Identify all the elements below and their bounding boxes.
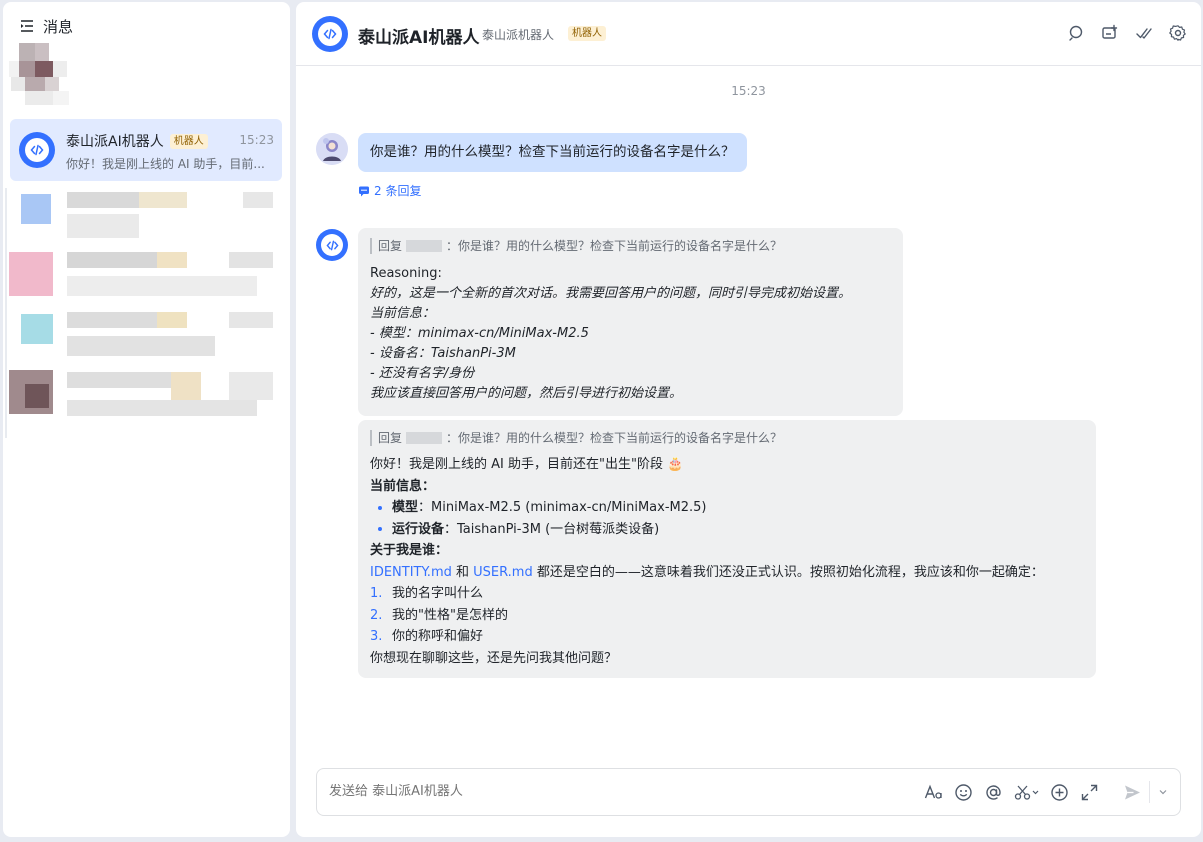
reasoning-line: 当前信息： — [370, 306, 436, 321]
message-input[interactable] — [329, 784, 829, 799]
user-message-bubble[interactable]: 你是谁？用的什么模型？检查下当前运行的设备名字是什么？ — [358, 133, 747, 172]
and-text: 和 — [451, 564, 474, 580]
reasoning-line: 好的，这是一个全新的首次对话。我需要回答用户的问题，同时引导完成初始设置。 — [370, 286, 852, 301]
chat-item-name: 泰山派AI机器人 机器人 — [66, 131, 208, 151]
bot-badge: 机器人 — [169, 133, 208, 149]
header-actions — [1067, 24, 1187, 42]
bot-reply-answer[interactable]: 回复 ：你是谁？用的什么模型？检查下当前运行的设备名字是什么？ 你好！我是刚上线… — [358, 420, 1096, 678]
thread-replies-link[interactable]: 2 条回复 — [358, 182, 421, 199]
collapse-sidebar-icon[interactable] — [19, 18, 35, 34]
emoji-icon[interactable] — [954, 783, 973, 802]
code-icon — [323, 28, 337, 40]
reasoning-line: 我应该直接回答用户的问题，然后引导进行初始设置。 — [370, 386, 683, 401]
chevron-down-icon[interactable] — [1158, 788, 1168, 796]
chat-item-taishanpi-bot[interactable]: 泰山派AI机器人 机器人 15:23 你好！我是刚上线的 AI 助手，目前... — [10, 119, 282, 181]
about-heading: 关于我是谁： — [370, 543, 449, 558]
user-avatar[interactable] — [316, 133, 348, 165]
list-item: 1. 我的名字叫什么 — [370, 583, 1084, 605]
chat-item-preview: 你好！我是刚上线的 AI 助手，目前... — [66, 157, 265, 171]
reply-quote: 回复 ：你是谁？用的什么模型？检查下当前运行的设备名字是什么？ — [370, 238, 891, 254]
conversation-list-panel: 消息 泰山派AI机器人 机器人 15:23 你好！我是刚上线的 AI 助手，目前… — [3, 2, 290, 837]
messages-header: 消息 — [19, 16, 73, 36]
reply-count-label: 2 条回复 — [374, 184, 422, 198]
comment-icon — [359, 186, 369, 196]
quote-text: ：你是谁？用的什么模型？检查下当前运行的设备名字是什么？ — [446, 239, 783, 253]
expand-icon[interactable] — [1080, 783, 1099, 802]
user-md-link[interactable]: USER.md — [473, 565, 533, 580]
scissors-icon[interactable] — [1014, 783, 1039, 802]
message-composer — [316, 768, 1181, 816]
bot-avatar[interactable] — [316, 229, 348, 261]
bot-avatar — [19, 132, 55, 168]
closing-question: 你想现在聊聊这些，还是先问我其他问题？ — [370, 650, 618, 666]
bot-avatar[interactable] — [312, 16, 348, 52]
bullet-dot — [378, 505, 382, 510]
item-text: 我的"性格"是怎样的 — [392, 607, 508, 623]
list-item: 模型 ：MiniMax-M2.5 (minimax-cn/MiniMax-M2.… — [370, 497, 1084, 519]
info-heading: 当前信息： — [370, 478, 436, 494]
bot-reply-reasoning[interactable]: 回复 ：你是谁？用的什么模型？检查下当前运行的设备名字是什么？ Reasonin… — [358, 228, 903, 416]
text-format-icon[interactable] — [924, 783, 943, 802]
search-icon[interactable] — [1067, 24, 1085, 42]
identity-md-link[interactable]: IDENTITY.md — [370, 565, 452, 580]
divider — [1149, 781, 1150, 803]
item-text: 我的名字叫什么 — [392, 586, 484, 601]
mention-icon[interactable] — [984, 783, 1003, 802]
list-scrollbar[interactable] — [5, 188, 7, 438]
quote-text: ：你是谁？用的什么模型？检查下当前运行的设备名字是什么？ — [446, 431, 783, 445]
messages-title: 消息 — [43, 17, 74, 36]
double-check-icon[interactable] — [1135, 24, 1153, 42]
bot-badge: 机器人 — [568, 26, 606, 41]
reasoning-line: - 还没有名字/身份 — [370, 366, 475, 381]
device-value: ：TaishanPi-3M (一台树莓派类设备) — [444, 521, 660, 537]
quote-prefix: 回复 — [378, 431, 403, 445]
chat-title: 泰山派AI机器人 — [358, 28, 480, 48]
code-icon — [325, 240, 339, 250]
model-label: 模型 — [392, 500, 419, 515]
message-timestamp: 15:23 — [731, 84, 766, 98]
add-tab-icon[interactable] — [1101, 24, 1119, 42]
list-item: 运行设备 ：TaishanPi-3M (一台树莓派类设备) — [370, 519, 1084, 541]
composer-toolbar — [924, 783, 1132, 802]
item-number: 2. — [370, 607, 383, 623]
list-item: 2. 我的"性格"是怎样的 — [370, 605, 1084, 627]
empty-text: 都还是空白的——这意味着我们还没正式认识。按照初始化流程，我应该和你一起确定： — [532, 564, 1044, 580]
chat-header: 泰山派AI机器人 泰山派机器人 机器人 — [296, 2, 1201, 66]
send-icon[interactable] — [1123, 783, 1142, 802]
reasoning-label: Reasoning: — [370, 266, 442, 281]
quote-prefix: 回复 — [378, 239, 403, 253]
bullet-dot — [378, 527, 382, 532]
reply-quote: 回复 ：你是谁？用的什么模型？检查下当前运行的设备名字是什么？ — [370, 430, 1084, 446]
blurred-avatar — [9, 43, 69, 107]
settings-gear-icon[interactable] — [1169, 24, 1187, 42]
model-value: ：MiniMax-M2.5 (minimax-cn/MiniMax-M2.5) — [418, 500, 707, 515]
item-number: 1. — [370, 586, 383, 601]
device-label: 运行设备 — [392, 521, 445, 537]
item-number: 3. — [370, 629, 383, 644]
item-text: 你的称呼和偏好 — [392, 629, 484, 644]
code-icon — [30, 144, 44, 156]
blurred-username — [406, 240, 443, 252]
chat-subtitle: 泰山派机器人 — [482, 28, 555, 42]
reasoning-line: - 模型：minimax-cn/MiniMax-M2.5 — [370, 326, 589, 341]
blurred-username — [406, 432, 443, 444]
chat-item-title: 泰山派AI机器人 — [66, 134, 164, 150]
add-circle-icon[interactable] — [1050, 783, 1069, 802]
chat-item-time: 15:23 — [239, 133, 274, 147]
list-item: 3. 你的称呼和偏好 — [370, 626, 1084, 648]
reasoning-line: - 设备名：TaishanPi-3M — [370, 346, 516, 361]
identity-line: IDENTITY.md 和 USER.md 都还是空白的——这意味着我们还没正式… — [370, 562, 1084, 584]
chat-panel: 泰山派AI机器人 泰山派机器人 机器人 15:23 你是谁？用的什么模型？检查下… — [296, 2, 1201, 837]
answer-intro: 你好！我是刚上线的 AI 助手，目前还在"出生"阶段 🎂 — [370, 457, 684, 472]
